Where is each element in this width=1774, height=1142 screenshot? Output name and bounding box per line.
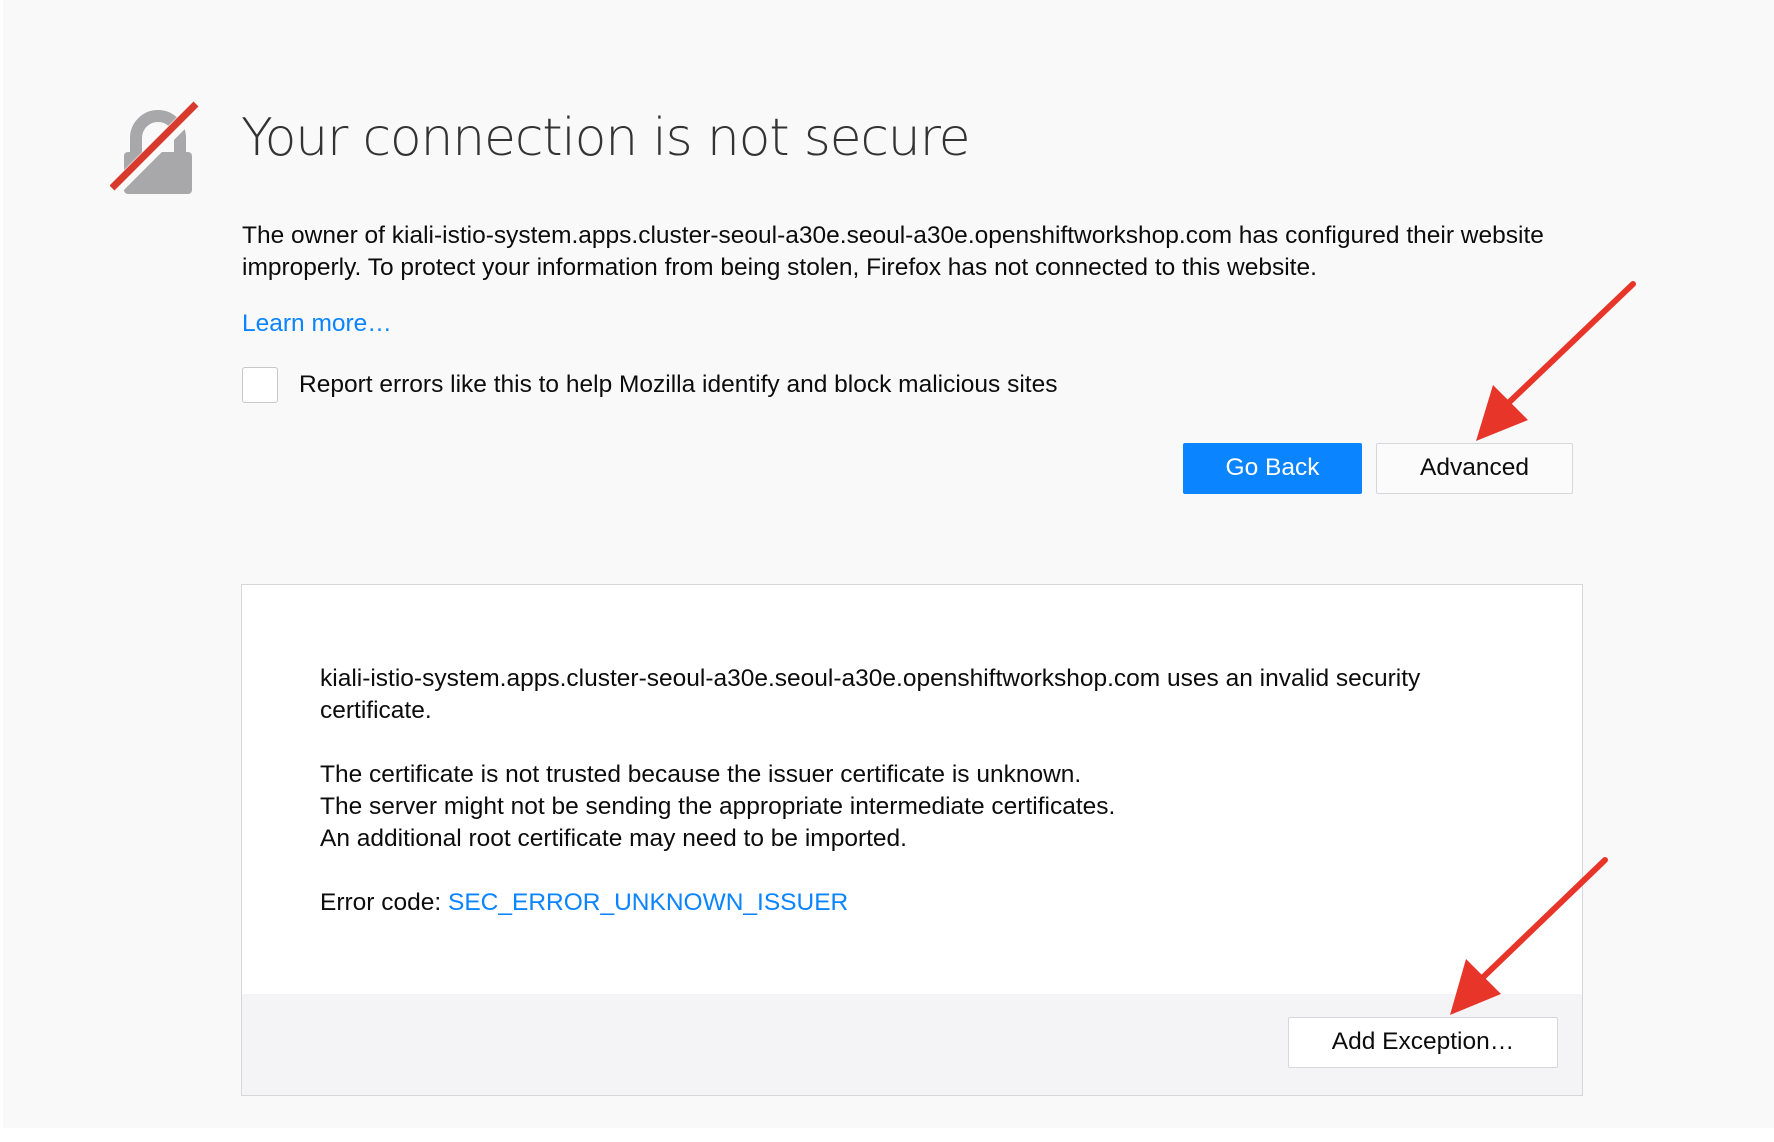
advanced-panel-footer: Add Exception…: [242, 994, 1582, 1095]
error-code-link[interactable]: SEC_ERROR_UNKNOWN_ISSUER: [448, 889, 848, 916]
report-errors-checkbox[interactable]: [242, 367, 278, 403]
error-code-label: Error code:: [320, 889, 448, 916]
learn-more-link[interactable]: Learn more…: [242, 308, 392, 340]
not-trusted-text: The certificate is not trusted because t…: [320, 761, 1082, 788]
invalid-certificate-text: kiali-istio-system.apps.cluster-seoul-a3…: [320, 665, 1421, 724]
page-title: Your connection is not secure: [241, 108, 971, 168]
error-description: The owner of kiali-istio-system.apps.clu…: [242, 222, 1544, 281]
broken-lock-icon: [110, 101, 203, 195]
error-code-line: Error code: SEC_ERROR_UNKNOWN_ISSUER: [320, 887, 1520, 919]
annotation-arrow-add-exception: [1450, 857, 1608, 1015]
report-errors-label: Report errors like this to help Mozilla …: [299, 371, 1058, 398]
advanced-panel-body: kiali-istio-system.apps.cluster-seoul-a3…: [320, 663, 1520, 919]
root-cert-text: An additional root certificate may need …: [320, 825, 907, 852]
intermediate-cert-text: The server might not be sending the appr…: [320, 793, 1116, 820]
annotation-arrow-advanced: [1476, 281, 1636, 441]
advanced-panel: kiali-istio-system.apps.cluster-seoul-a3…: [241, 584, 1583, 1096]
go-back-button[interactable]: Go Back: [1183, 443, 1362, 494]
